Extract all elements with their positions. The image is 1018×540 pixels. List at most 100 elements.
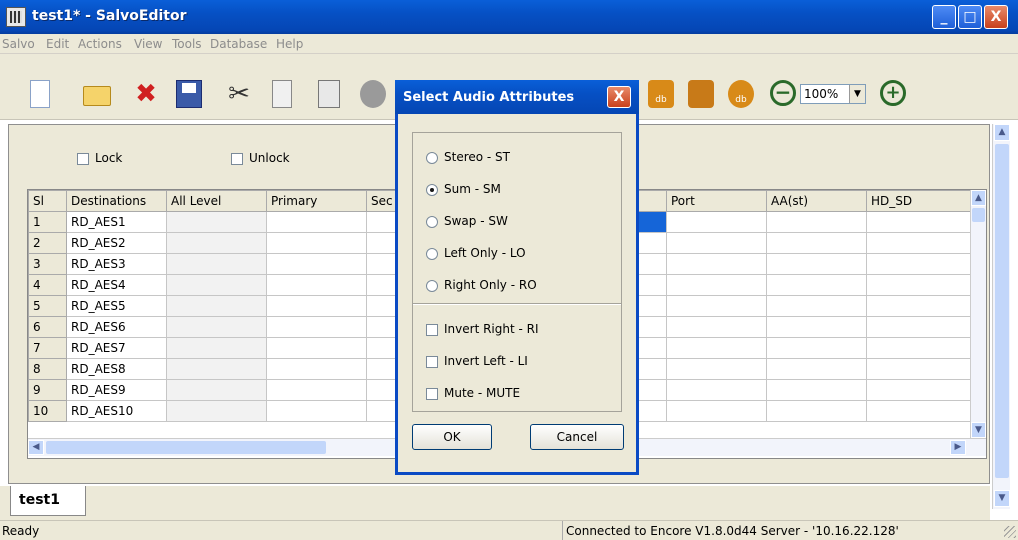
table-cell[interactable] (266, 316, 367, 338)
table-cell[interactable] (666, 232, 767, 254)
table-cell[interactable] (766, 337, 867, 359)
scroll-down-icon[interactable]: ▼ (971, 422, 986, 438)
destination-cell[interactable]: RD_AES5 (66, 295, 167, 317)
radio-swap[interactable]: Swap - SW (426, 214, 508, 228)
table-cell[interactable] (266, 232, 367, 254)
table-cell[interactable] (266, 274, 367, 296)
destination-cell[interactable]: RD_AES1 (66, 211, 167, 233)
menu-database[interactable]: Database (210, 37, 267, 51)
table-cell[interactable] (866, 337, 973, 359)
table-cell[interactable] (866, 379, 973, 401)
panel-vertical-scrollbar[interactable]: ▲ ▼ (992, 124, 1010, 509)
cut-icon[interactable]: ✂ (226, 80, 252, 108)
copy-icon[interactable] (272, 80, 292, 108)
cancel-button[interactable]: Cancel (530, 424, 624, 450)
destination-cell[interactable]: RD_AES8 (66, 358, 167, 380)
radio-right-only[interactable]: Right Only - RO (426, 278, 537, 292)
table-cell[interactable] (166, 211, 267, 233)
table-cell[interactable] (166, 400, 267, 422)
table-cell[interactable] (866, 358, 973, 380)
menu-help[interactable]: Help (276, 37, 303, 51)
delete-icon[interactable]: ✖ (133, 80, 159, 108)
table-cell[interactable] (666, 211, 767, 233)
scroll-right-icon[interactable]: ▶ (950, 440, 966, 455)
table-cell[interactable] (666, 358, 767, 380)
menu-tools[interactable]: Tools (172, 37, 202, 51)
checkbox-invert-right[interactable]: Invert Right - RI (426, 322, 539, 336)
radio-left-only[interactable]: Left Only - LO (426, 246, 526, 260)
table-cell[interactable] (766, 274, 867, 296)
lock-checkbox-box[interactable] (77, 152, 89, 165)
menu-view[interactable]: View (134, 37, 162, 51)
table-cell[interactable] (266, 253, 367, 275)
table-cell[interactable] (866, 232, 973, 254)
column-header-destinations[interactable]: Destinations (66, 190, 167, 212)
menu-salvo[interactable]: Salvo (2, 37, 35, 51)
zoom-in-icon[interactable]: + (880, 80, 906, 106)
database-icon[interactable]: db (648, 80, 674, 108)
table-cell[interactable] (266, 295, 367, 317)
table-cell[interactable] (166, 337, 267, 359)
table-cell[interactable] (766, 358, 867, 380)
table-cell[interactable] (766, 316, 867, 338)
ok-button[interactable]: OK (412, 424, 492, 450)
checkbox-invert-left[interactable]: Invert Left - LI (426, 354, 528, 368)
destination-cell[interactable]: RD_AES6 (66, 316, 167, 338)
scroll-thumb[interactable] (46, 441, 326, 454)
table-cell[interactable] (166, 253, 267, 275)
new-file-icon[interactable] (30, 80, 50, 108)
radio-button[interactable] (426, 279, 438, 292)
radio-button-selected[interactable] (426, 183, 438, 196)
column-header-hd-sd[interactable]: HD_SD (866, 190, 973, 212)
table-cell[interactable] (666, 295, 767, 317)
destination-cell[interactable]: RD_AES3 (66, 253, 167, 275)
column-header-aa-st[interactable]: AA(st) (766, 190, 867, 212)
open-folder-icon[interactable] (83, 86, 111, 106)
destination-cell[interactable]: RD_AES10 (66, 400, 167, 422)
column-header-port[interactable]: Port (666, 190, 767, 212)
unlock-checkbox-box[interactable] (231, 152, 243, 165)
menu-actions[interactable]: Actions (78, 37, 122, 51)
table-cell[interactable] (166, 274, 267, 296)
scroll-left-icon[interactable]: ◀ (28, 440, 44, 455)
resize-grip-icon[interactable] (1004, 526, 1016, 538)
grid-vertical-scrollbar[interactable]: ▲ ▼ (970, 190, 986, 438)
column-header-sl[interactable]: Sl (28, 190, 67, 212)
destination-cell[interactable]: RD_AES4 (66, 274, 167, 296)
user-database-icon[interactable] (688, 80, 714, 108)
destination-cell[interactable]: RD_AES9 (66, 379, 167, 401)
table-cell[interactable] (766, 295, 867, 317)
maximize-button[interactable]: □ (958, 5, 982, 29)
table-cell[interactable] (766, 232, 867, 254)
paste-icon[interactable] (318, 80, 340, 108)
table-cell[interactable] (266, 400, 367, 422)
table-cell[interactable] (866, 295, 973, 317)
table-cell[interactable] (866, 211, 973, 233)
scroll-up-icon[interactable]: ▲ (971, 190, 986, 206)
table-cell[interactable] (166, 316, 267, 338)
checkbox-box[interactable] (426, 387, 438, 400)
radio-button[interactable] (426, 151, 438, 164)
close-window-button[interactable]: X (984, 5, 1008, 29)
save-icon[interactable] (176, 80, 202, 108)
table-cell[interactable] (666, 316, 767, 338)
scroll-down-icon[interactable]: ▼ (994, 490, 1010, 507)
database-settings-icon[interactable]: db (728, 80, 754, 108)
dialog-close-button[interactable]: X (607, 86, 631, 108)
table-cell[interactable] (166, 295, 267, 317)
radio-stereo[interactable]: Stereo - ST (426, 150, 510, 164)
zoom-out-icon[interactable]: − (770, 80, 796, 106)
table-cell[interactable] (766, 379, 867, 401)
minimize-button[interactable]: _ (932, 5, 956, 29)
chevron-down-icon[interactable]: ▼ (849, 85, 865, 103)
table-cell[interactable] (666, 253, 767, 275)
scroll-up-icon[interactable]: ▲ (994, 124, 1010, 141)
table-cell[interactable] (766, 400, 867, 422)
table-cell[interactable] (666, 400, 767, 422)
radio-button[interactable] (426, 247, 438, 260)
scroll-thumb[interactable] (972, 208, 985, 222)
column-header-primary[interactable]: Primary (266, 190, 367, 212)
lock-checkbox[interactable]: Lock (77, 151, 122, 165)
unlock-checkbox[interactable]: Unlock (231, 151, 290, 165)
destination-cell[interactable]: RD_AES7 (66, 337, 167, 359)
